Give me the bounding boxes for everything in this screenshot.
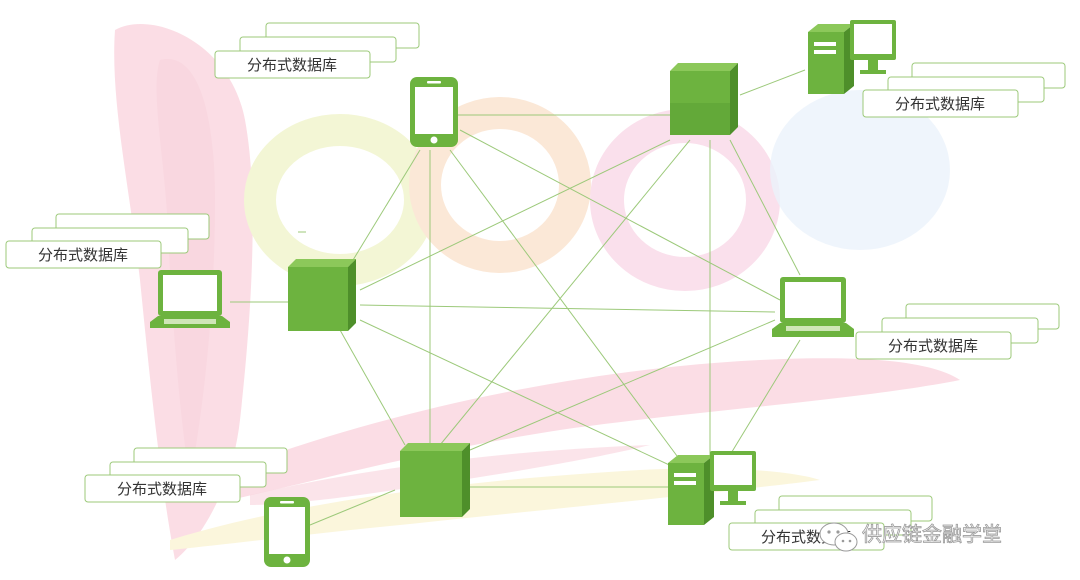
smartphone-icon — [264, 497, 310, 567]
server-cube-icon — [400, 443, 470, 517]
server-cube-icon — [288, 259, 356, 331]
laptop-icon — [150, 270, 230, 328]
edge — [359, 304, 776, 313]
edge — [739, 69, 806, 96]
desktop-computer-icon — [808, 20, 896, 94]
label-stack-1: 分布式数据库 — [214, 22, 420, 79]
network-diagram: 分布式数据库 分布式数据库 分布式数据库 分布式数据库 分布式数据库 分布式数据… — [0, 0, 1080, 580]
laptop-icon — [772, 277, 854, 337]
db-label-2: 分布式数据库 — [895, 95, 985, 113]
smartphone-icon — [410, 77, 458, 147]
db-label-4: 分布式数据库 — [888, 337, 978, 355]
watermark-text: 供应链金融学堂 — [862, 522, 1002, 546]
db-label-5: 分布式数据库 — [117, 480, 207, 498]
label-stack-4: 分布式数据库 — [855, 303, 1060, 360]
diagram-canvas: 分布式数据库 分布式数据库 分布式数据库 分布式数据库 分布式数据库 分布式数据… — [5, 20, 1066, 567]
desktop-computer-icon — [668, 451, 756, 525]
server-cube-icon — [670, 63, 738, 135]
db-label-3: 分布式数据库 — [38, 246, 128, 264]
db-label-1: 分布式数据库 — [247, 56, 337, 74]
label-stack-2: 分布式数据库 — [862, 62, 1066, 118]
